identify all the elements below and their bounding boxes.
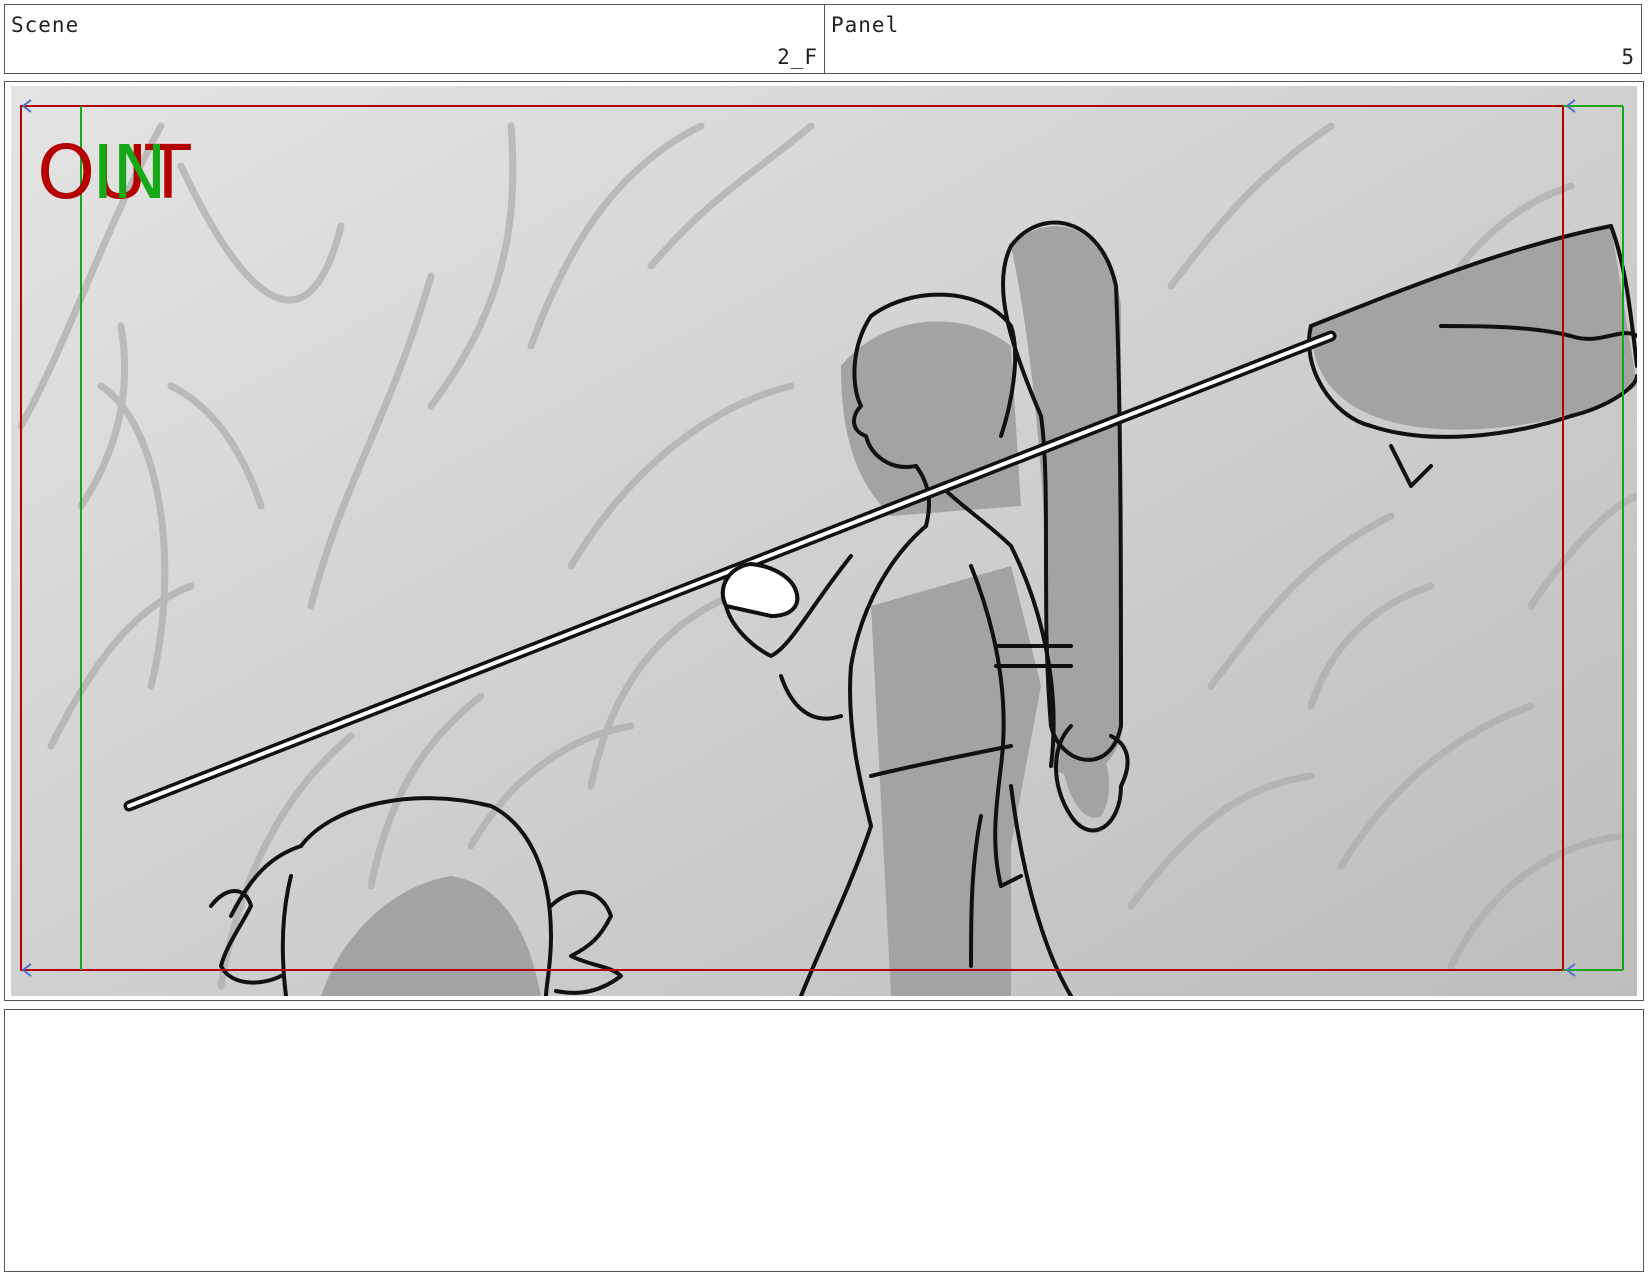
in-out-labels: OUT IN (37, 136, 237, 216)
panel-drawing: OUT IN (11, 86, 1637, 996)
panel-label: Panel (831, 13, 900, 37)
camera-move-arrows (22, 99, 1576, 977)
storyboard-header: Scene 2_F Panel 5 (4, 4, 1642, 74)
frame-guides (20, 99, 1624, 977)
scene-value: 2_F (777, 45, 818, 69)
scene-field: Scene 2_F (5, 5, 825, 73)
notes-area[interactable] (4, 1009, 1644, 1272)
out-guide (20, 105, 1564, 971)
scene-label: Scene (11, 13, 80, 37)
in-label: IN (92, 130, 167, 216)
panel-field: Panel 5 (825, 5, 1641, 73)
storyboard-frame: OUT IN (4, 81, 1644, 1001)
panel-value: 5 (1621, 45, 1635, 69)
